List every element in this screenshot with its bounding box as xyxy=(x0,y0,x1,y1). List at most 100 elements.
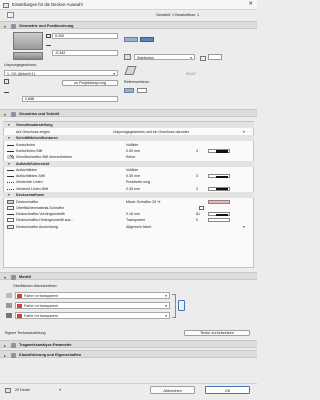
row-label: Deckschraffur Ausrichtung xyxy=(16,224,58,229)
row-value: Transparent xyxy=(126,218,146,223)
group-display[interactable]: ▾ Grundrissdarstellung xyxy=(3,122,254,129)
elevation-field[interactable] xyxy=(22,96,118,102)
section-floorplan[interactable]: ▾ Grundriss und Schnitt xyxy=(0,109,257,117)
slab-tool-icon xyxy=(3,2,9,8)
ok-button[interactable]: OK xyxy=(205,386,250,394)
group-cut-label: Schnittflächen/Konturen xyxy=(16,136,58,141)
section-classification[interactable]: ▸ Klassifizierung und Eigenschaften xyxy=(0,350,257,358)
offset-icon xyxy=(46,42,51,46)
cancel-button[interactable]: Abbrechen xyxy=(150,386,195,394)
layer-select[interactable]: 20 Decke ▾ xyxy=(13,386,63,394)
chevron-down-icon: ▾ xyxy=(59,388,61,392)
table-row[interactable]: Deckschraffur Ausrichtung Allgemein fixi… xyxy=(3,224,254,230)
params-icon xyxy=(11,342,16,348)
row-label: Schnittschraffur-Stift überschreiben xyxy=(16,154,73,159)
collapse-arrow-icon: ▾ xyxy=(8,136,10,141)
row-value: 0.18 mm xyxy=(126,212,140,217)
surface-select-top[interactable]: Farbe rot transparent ▾ xyxy=(15,292,170,299)
material-select[interactable]: Stahlbeton ▾ xyxy=(134,54,195,60)
structure-type-icon[interactable] xyxy=(140,37,154,42)
cancel-label: Abbrechen xyxy=(163,388,182,393)
surface-value: Farbe rot transparent xyxy=(24,294,58,299)
origin-story-select[interactable]: 1. OG (Aktuell+1) ▾ xyxy=(4,70,118,76)
pen-swatch[interactable] xyxy=(208,212,230,217)
ref-top-icon[interactable] xyxy=(124,88,134,93)
row-label: Konturlinien-Stift xyxy=(16,148,43,153)
chevron-down-icon: ▾ xyxy=(243,129,245,134)
group-view-label: Aufsicht/Untersicht xyxy=(16,161,50,166)
row-label: Deckschraffur xyxy=(16,199,39,204)
chevron-down-icon: ▾ xyxy=(113,71,115,76)
chevron-down-icon: ▾ xyxy=(165,294,167,299)
group-cover[interactable]: ▾ Deckschraffuren xyxy=(3,192,254,199)
row-value: Ursprungsgeschoss und ein Geschoss darun… xyxy=(113,129,189,134)
pen-number: 61 xyxy=(196,212,200,217)
ok-label: OK xyxy=(224,388,231,393)
close-icon[interactable]: ✕ xyxy=(248,1,253,7)
ref-bottom-icon[interactable] xyxy=(137,88,147,93)
table-row[interactable]: Verdeckt Linien-Stift 0.35 mm 3 xyxy=(3,186,254,192)
row-value: Punktierte enig xyxy=(126,180,150,185)
pen-swatch[interactable] xyxy=(208,148,230,153)
reference-plane-icon xyxy=(124,66,137,75)
row-label: Aufsichtlinien-Stift xyxy=(16,174,45,179)
group-view[interactable]: ▾ Aufsicht/Untersicht xyxy=(3,160,254,167)
material-value: Stahlbeton xyxy=(137,55,155,60)
slab-offset-icon xyxy=(13,52,43,60)
link-icon[interactable] xyxy=(4,79,9,84)
chain-link-icon[interactable] xyxy=(178,300,185,311)
thickness-field[interactable] xyxy=(52,33,118,39)
surface-select-edge[interactable]: Farbe rot transparent ▾ xyxy=(15,302,170,309)
geometry-icon xyxy=(11,23,16,29)
section-params[interactable]: ▸ Tragwerksanalyse-Parameter xyxy=(0,340,257,348)
top-surface-icon xyxy=(6,293,12,298)
thickness-icon xyxy=(46,34,51,38)
orientation-icon xyxy=(7,224,14,229)
group-display-label: Grundrissdarstellung xyxy=(16,123,53,128)
edge-icon xyxy=(200,56,206,61)
row-label: Deckschraffur-Hintergrundstift aus... xyxy=(16,218,74,223)
composite-icon xyxy=(124,54,131,60)
table-row[interactable]: Auf Geschoss zeigen Ursprungsgeschoss un… xyxy=(3,129,254,135)
group-cut[interactable]: ▾ Schnittflächen/Konturen xyxy=(3,135,254,142)
pen-swatch[interactable] xyxy=(208,186,230,191)
expand-arrow-icon: ▸ xyxy=(4,342,7,348)
section-geometry-label: Geometrie und Positionierung xyxy=(19,23,74,28)
angle-value: 90,00° xyxy=(186,72,197,76)
reset-texture-button[interactable]: Textur zurücksetzen xyxy=(184,329,250,336)
collapse-arrow-icon: ▾ xyxy=(4,274,7,280)
edge-select[interactable] xyxy=(208,54,222,60)
chevron-down-icon: ▾ xyxy=(165,304,167,309)
row-label: Aufsichtlinien xyxy=(16,168,38,173)
section-geometry[interactable]: ▾ Geometrie und Positionierung xyxy=(0,21,257,29)
window-title: Einstellungen für die Decken-Auswahl xyxy=(12,2,83,7)
row-value: 0.50 mm xyxy=(126,148,140,153)
surface-select-bottom[interactable]: Farbe rot transparent ▾ xyxy=(15,312,170,319)
fill-swatch[interactable] xyxy=(208,199,230,204)
pen-icon xyxy=(7,218,14,223)
project-origin-button[interactable]: zu Projektursprung xyxy=(62,80,118,86)
favorites-button[interactable] xyxy=(7,12,14,18)
collapse-arrow-icon: ▾ xyxy=(8,123,10,128)
surface-icon xyxy=(7,206,14,211)
selection-count: Gewählt: 1 Bearbeitbar: 1 xyxy=(156,13,200,17)
row-label: Verdeckte Linien xyxy=(16,180,43,185)
pen-swatch[interactable] xyxy=(208,174,230,179)
section-model[interactable]: ▾ Modell xyxy=(0,272,257,280)
collapse-arrow-icon: ▾ xyxy=(8,161,10,166)
row-value: 0.35 mm xyxy=(126,186,140,191)
collapse-arrow-icon: ▾ xyxy=(8,193,10,198)
surface-checkbox[interactable] xyxy=(199,205,204,211)
table-row[interactable]: Schnittschraffur-Stift überschreiben Kei… xyxy=(3,154,254,160)
row-value: Keine xyxy=(126,154,136,159)
row-value: 0.35 mm xyxy=(126,174,140,179)
background-swatch[interactable] xyxy=(208,218,230,223)
layer-value: 20 Decke xyxy=(15,388,31,392)
slab-type-icon[interactable] xyxy=(124,37,138,42)
origin-story-value: 1. OG (Aktuell+1) xyxy=(7,71,35,76)
color-swatch xyxy=(17,313,22,319)
fill-icon xyxy=(7,199,14,204)
slab-thickness-icon xyxy=(13,32,43,50)
section-params-label: Tragwerksanalyse-Parameter xyxy=(19,342,72,347)
offset-field[interactable] xyxy=(52,50,118,56)
